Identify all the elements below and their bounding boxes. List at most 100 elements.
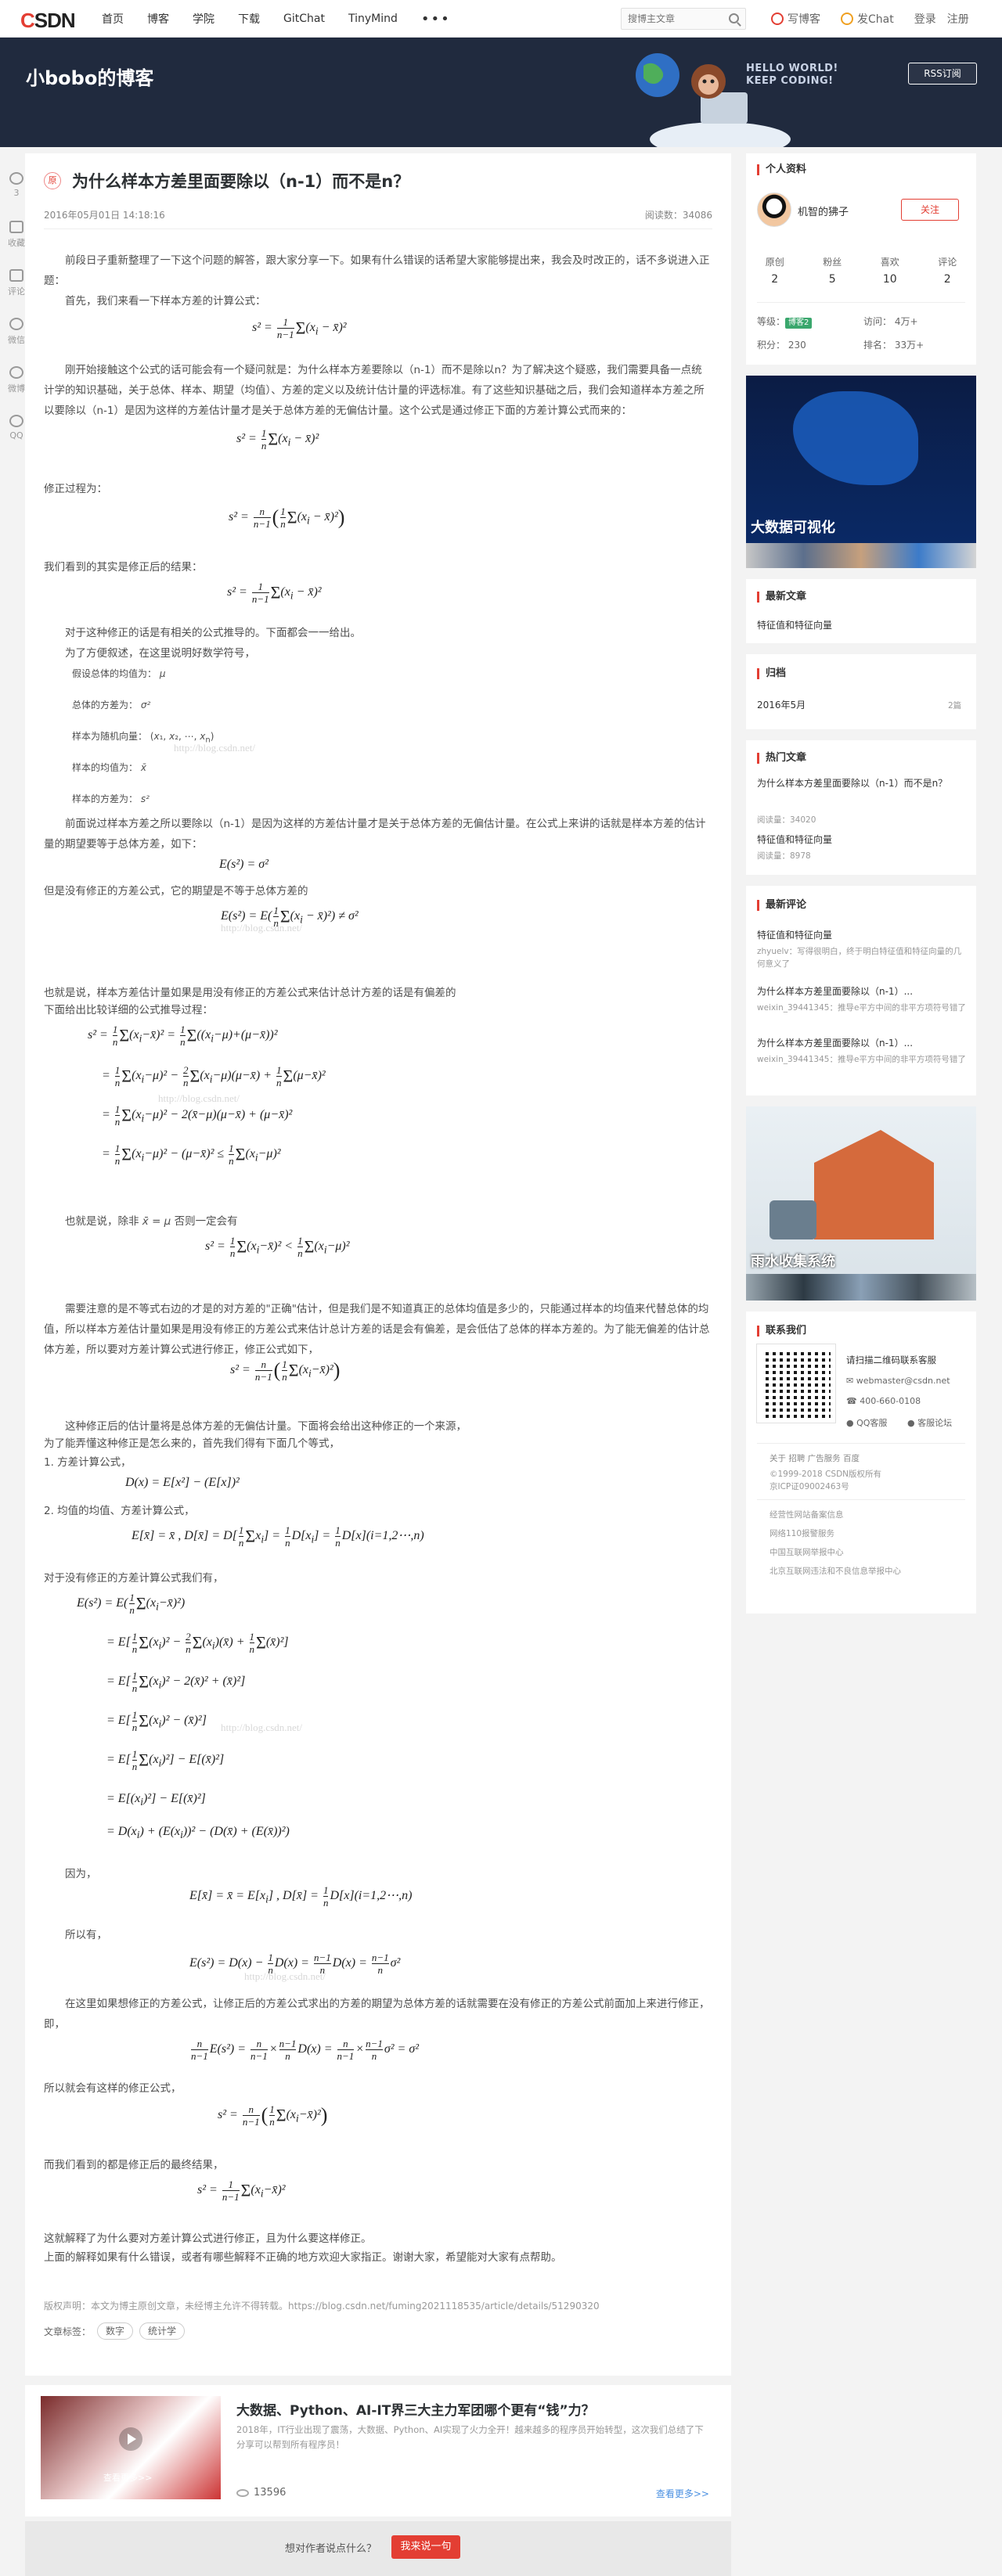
coder-monkey-illustration	[636, 53, 791, 147]
weibo-icon	[9, 366, 23, 379]
latest-article-link[interactable]: 特征值和特征向量	[757, 618, 968, 632]
archive-heading: 归档	[757, 668, 786, 679]
author-points: 积分： 230	[757, 340, 806, 351]
csdn-logo[interactable]: CSDN	[20, 9, 76, 33]
comment-article-link[interactable]: 为什么样本方差里面要除以（n-1）...	[757, 984, 968, 998]
rainwater-ad-image[interactable]: 雨水收集系统	[746, 1106, 976, 1301]
nav-more-icon[interactable]: •••	[421, 11, 451, 27]
archive-month-link[interactable]: 2016年5月	[757, 698, 968, 712]
hello-world-text: HELLO WORLD! KEEP CODING!	[746, 63, 838, 88]
recommend-ad-card[interactable]: 查看更多>> 大数据、Python、AI-IT界三大主力军团哪个更有“钱”力？ …	[25, 2385, 731, 2517]
stat-likes-label: 喜欢	[880, 257, 899, 268]
nav-blog[interactable]: 博客	[147, 11, 169, 27]
nav-download[interactable]: 下载	[238, 11, 260, 27]
contact-email[interactable]: ✉ webmaster@csdn.net	[846, 1376, 950, 1386]
footer-link[interactable]: 网络110报警服务	[770, 1527, 834, 1540]
symbol-random-vector: 样本为随机向量： (x₁, x₂, ⋯, xn)	[72, 731, 214, 745]
thumbnail-strip	[746, 543, 976, 568]
hot-heading: 热门文章	[757, 753, 806, 764]
comment-article-link[interactable]: 特征值和特征向量	[757, 928, 968, 942]
icp-license[interactable]: 京ICP证09002463号	[770, 1480, 849, 1493]
watermark: http://blog.csdn.net/	[221, 922, 302, 934]
hot-article-link[interactable]: 为什么样本方差里面要除以（n-1）而不是n？	[757, 776, 968, 790]
para-detailed: 下面给出比较详细的公式推导过程：	[44, 1004, 213, 1016]
register-link[interactable]: 注册	[947, 11, 969, 27]
eye-icon	[236, 2488, 249, 2497]
symbol-mean: 假设总体的均值为： μ	[72, 668, 166, 679]
ad-more-link[interactable]: 查看更多>>	[656, 2487, 709, 2500]
comment-article-link[interactable]: 为什么样本方差里面要除以（n-1）...	[757, 1036, 968, 1050]
main-nav: 首页 博客 学院 下载 GitChat TinyMind •••	[102, 0, 451, 38]
symbol-sample-variance: 样本的方差为： s²	[72, 793, 150, 804]
stat-original-label: 原创	[765, 257, 784, 268]
login-link[interactable]: 登录	[914, 11, 936, 27]
para-variance-formula: 1. 方差计算公式，	[44, 1456, 132, 1469]
footer-link[interactable]: 北京互联网违法和不良信息举报中心	[770, 1565, 901, 1578]
bigdata-ad-image[interactable]: 大数据可视化	[746, 376, 976, 568]
author-name[interactable]: 机智的狒子	[798, 203, 849, 218]
formula-sample-variance: s² = 1 n−1 Σ(xi − x̄)²	[252, 316, 347, 340]
rss-subscribe-button[interactable]: RSS订阅	[908, 63, 977, 85]
footer-link[interactable]: 经营性网站备案信息	[770, 1509, 844, 1521]
nav-academy[interactable]: 学院	[193, 11, 214, 27]
formula-derivation-3: = 1 n Σ(xi−μ)² − 2(x̄−μ)(μ−x̄) + (μ−x̄)²	[102, 1103, 293, 1128]
comment-text: weixin_39441345：推导e平方中间的非平方项符号错了	[757, 1055, 966, 1064]
ad-description: 2018年，IT行业出现了震荡，大数据、Python、AI实现了火力全开！越来越…	[236, 2424, 704, 2450]
ad-thumbnail[interactable]: 查看更多>>	[41, 2396, 221, 2499]
archive-panel: 归档 2016年5月 2篇	[746, 654, 976, 729]
para-uncorrected: 但是没有修正的方差公式，它的期望是不等于总体方差的	[44, 885, 308, 898]
hot-article-link[interactable]: 特征值和特征向量	[757, 833, 968, 847]
para-intro: 前段日子重新整理了一下这个问题的解答，跟大家分享一下。如果有什么错误的话希望大家…	[44, 254, 710, 287]
qr-title: 请扫描二维码联系客服	[846, 1355, 936, 1365]
symbol-mean-label: 假设总体的均值为：	[72, 668, 157, 679]
footer-link[interactable]: 中国互联网举报中心	[770, 1546, 844, 1559]
formula-expectation: E(s²) = σ²	[219, 858, 269, 871]
bigdata-ad-title: 大数据可视化	[751, 520, 835, 536]
hot-articles-panel: 热门文章 为什么样本方差里面要除以（n-1）而不是n？ 阅读量：34020 特征…	[746, 740, 976, 875]
qq-icon: ●	[846, 1418, 857, 1428]
hello-line-2: KEEP CODING!	[746, 75, 834, 87]
top-right-actions: 写博客 发Chat 登录 注册	[771, 0, 980, 38]
wechat-label: 微信	[8, 335, 25, 345]
author-rank: 排名： 33万+	[863, 340, 925, 351]
formula-derivation-4: = 1 n Σ(xi−μ)² − (μ−x̄)² ≤ 1 n Σ(xi−μ)²	[102, 1142, 281, 1167]
latest-articles-panel: 最新文章 特征值和特征向量	[746, 579, 976, 643]
chat-button[interactable]: 发Chat	[841, 11, 894, 27]
play-icon[interactable]	[119, 2427, 142, 2451]
tag-math[interactable]: 数字	[97, 2322, 134, 2340]
footer-links[interactable]: 关于 招聘 广告服务 百度	[770, 1452, 860, 1465]
bookmark-icon	[9, 221, 23, 233]
tank-graphic	[770, 1200, 816, 1239]
blog-banner: 小bobo的博客 HELLO WORLD! KEEP CODING! RSS订阅	[0, 38, 1002, 147]
nav-tinymind[interactable]: TinyMind	[348, 13, 398, 25]
search-icon[interactable]	[729, 13, 739, 23]
search-input[interactable]	[622, 9, 723, 29]
blog-title[interactable]: 小bobo的博客	[26, 63, 153, 90]
watermark: http://blog.csdn.net/	[244, 1970, 326, 1982]
formula-es2-6: = E[(xi)²] − E[(x̄)²]	[106, 1792, 206, 1808]
phone-text: 400-660-0108	[860, 1396, 921, 1406]
hot-article-views: 阅读量：8978	[757, 851, 811, 861]
nav-gitchat[interactable]: GitChat	[283, 13, 325, 25]
write-blog-button[interactable]: 写博客	[771, 11, 820, 27]
avatar[interactable]	[757, 192, 791, 227]
formula-corrected-2: s² = n n−1(1 n Σ(xi−x̄)²)	[218, 2103, 328, 2128]
tag-statistics[interactable]: 统计学	[139, 2322, 186, 2340]
profile-panel: 个人资料 机智的狒子 关注 原创 2 粉丝 5 喜欢 10 评论 2 等级： 博客2 访问…	[746, 153, 976, 365]
write-comment-button[interactable]: 我来说一句	[391, 2535, 460, 2559]
chat-label: 发Chat	[857, 13, 894, 26]
nav-home[interactable]: 首页	[102, 11, 124, 27]
follow-button[interactable]: 关注	[901, 199, 959, 221]
comment-prompt-bar: 想对作者说点什么？ 我来说一句	[25, 2521, 731, 2576]
hot-article-views: 阅读量：34020	[757, 815, 816, 825]
para-mean-of-mean: 2. 均值的均值、方差计算公式，	[44, 1505, 195, 1517]
comment-question: 想对作者说点什么？	[285, 2543, 377, 2555]
contact-qq[interactable]: ● QQ客服	[846, 1416, 887, 1429]
wechat-icon	[9, 318, 23, 330]
level-label: 等级：	[757, 316, 786, 327]
forum-icon: ●	[907, 1418, 918, 1428]
ad-title[interactable]: 大数据、Python、AI-IT界三大主力军团哪个更有“钱”力？	[236, 2399, 595, 2419]
formula-es2-1: E(s²) = E(1 n Σ(xi−x̄)²)	[77, 1592, 186, 1616]
contact-forum[interactable]: ● 客服论坛	[907, 1416, 952, 1429]
para-final-result: 而我们看到的都是修正后的最终结果，	[44, 2159, 224, 2171]
